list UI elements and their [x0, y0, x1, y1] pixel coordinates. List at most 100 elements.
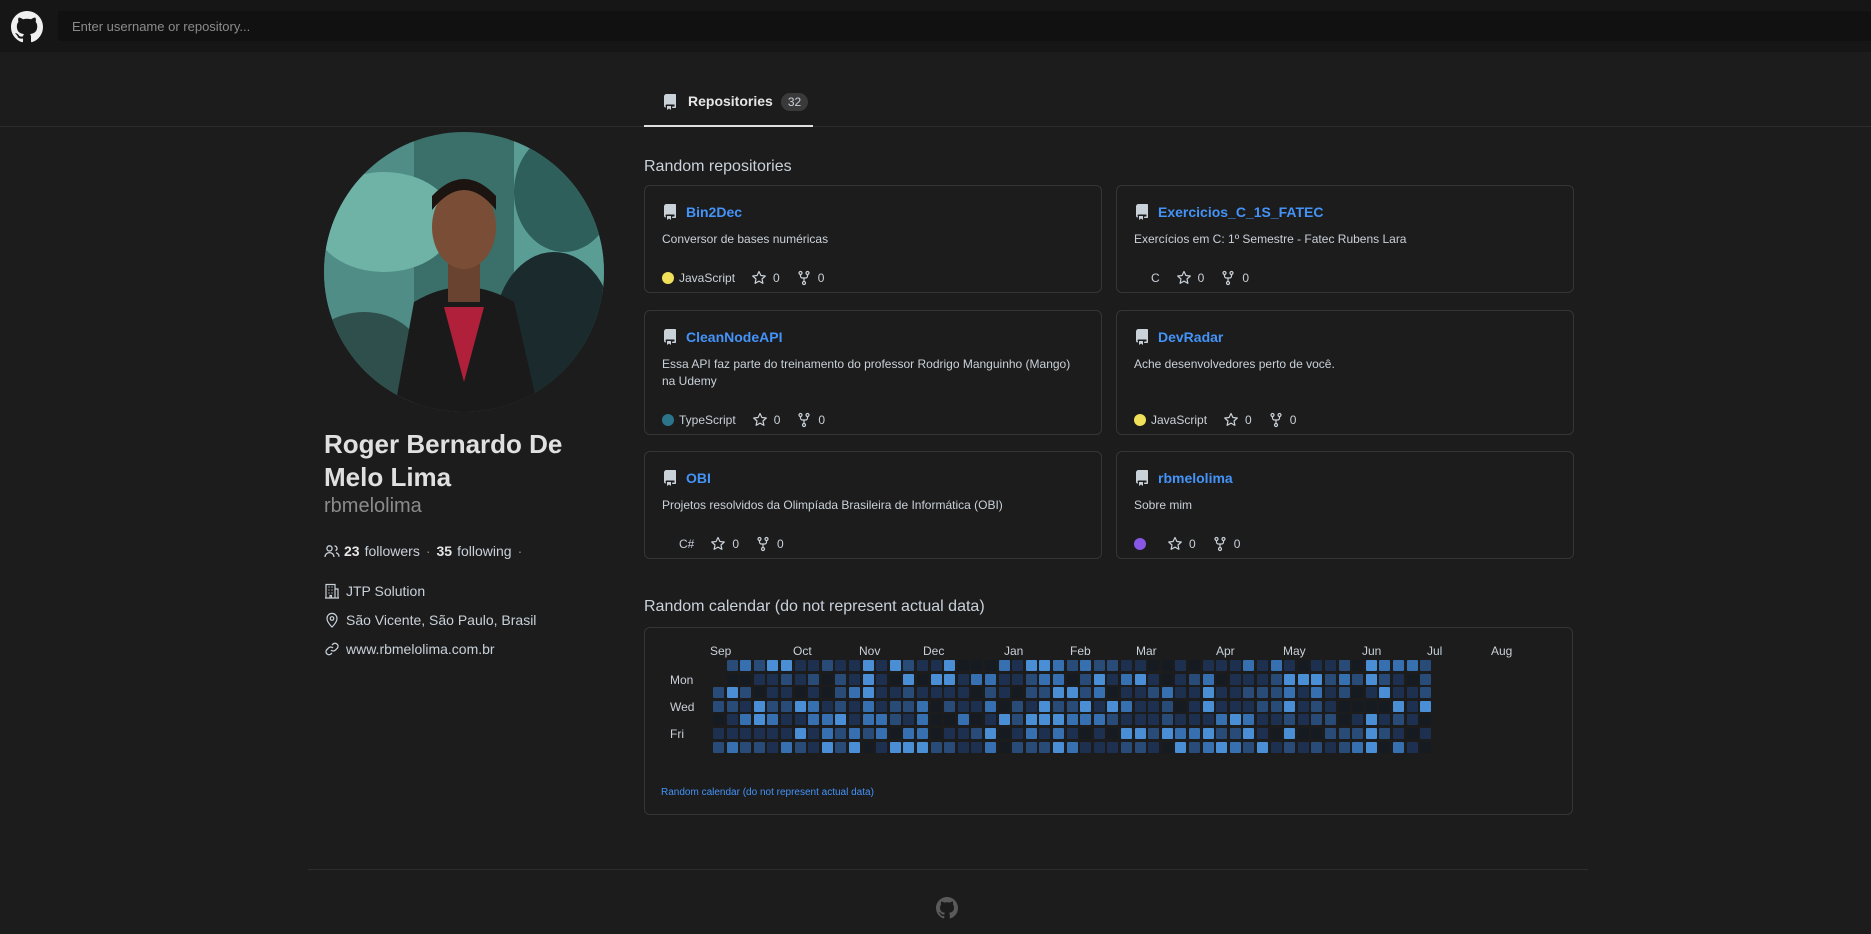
repo-header: Exercicios_C_1S_FATEC [1134, 204, 1324, 220]
repo-forks[interactable]: 0 [796, 412, 825, 428]
calendar-day-cell [849, 673, 860, 685]
calendar-day-cell [1297, 714, 1309, 726]
calendar-day-cell [1121, 700, 1132, 712]
github-footer-icon[interactable] [936, 897, 958, 919]
tab-divider [0, 126, 1871, 127]
following-label[interactable]: following [457, 543, 511, 559]
language-color-dot [662, 272, 674, 284]
github-logo-icon[interactable] [11, 11, 43, 43]
link-icon [325, 642, 339, 656]
calendar-footer-link[interactable]: Random calendar (do not represent actual… [661, 787, 874, 798]
repo-description: Exercícios em C: 1º Semestre - Fatec Rub… [1134, 232, 1407, 246]
calendar-day-cell [1284, 741, 1296, 753]
repo-name-link[interactable]: DevRadar [1158, 329, 1223, 345]
calendar-day-cell [876, 673, 888, 685]
calendar-day-cell [1189, 660, 1200, 671]
repo-name-link[interactable]: CleanNodeAPI [686, 329, 782, 345]
calendar-day-cell [1012, 700, 1024, 712]
calendar-day-cell [1216, 741, 1228, 753]
calendar-day-cell [998, 728, 1010, 739]
following-count[interactable]: 35 [437, 543, 453, 559]
calendar-day-cell [1216, 728, 1228, 739]
company-info: JTP Solution [324, 583, 425, 599]
calendar-day-cell [1175, 714, 1187, 726]
calendar-day-cell [1080, 714, 1092, 726]
calendar-day-cell [1189, 700, 1200, 712]
repo-card[interactable]: OBI Projetos resolvidos da Olimpíada Bra… [644, 451, 1102, 559]
fork-icon [798, 412, 810, 428]
repo-name-link[interactable]: Exercicios_C_1S_FATEC [1158, 204, 1324, 220]
calendar-month-label: Jan [1004, 644, 1024, 658]
calendar-day-cell [1297, 741, 1309, 753]
footer-divider [308, 869, 1588, 870]
calendar-day-cell [835, 741, 847, 753]
profile-name: Roger Bernardo De Melo Lima [324, 429, 563, 492]
search-input[interactable] [58, 11, 1871, 41]
repo-forks[interactable]: 0 [1212, 536, 1240, 552]
followers-label[interactable]: followers [365, 543, 420, 559]
repo-card[interactable]: Exercicios_C_1S_FATEC Exercícios em C: 1… [1116, 185, 1574, 293]
calendar-day-cell [753, 687, 765, 699]
calendar-day-cell [781, 714, 792, 726]
repo-name-link[interactable]: rbmelolima [1158, 470, 1233, 486]
calendar-day-cell [957, 673, 969, 685]
calendar-day-cell [1175, 660, 1187, 671]
followers-count[interactable]: 23 [344, 543, 360, 559]
calendar-day-cell [1325, 673, 1336, 685]
repo-forks[interactable]: 0 [796, 270, 824, 286]
calendar-day-cell [740, 728, 752, 739]
calendar-day-cell [1325, 660, 1336, 671]
calendar-day-cell [985, 714, 996, 726]
repo-card[interactable]: CleanNodeAPI Essa API faz parte do trein… [644, 310, 1102, 435]
calendar-day-cell [835, 728, 847, 739]
calendar-day-cell [767, 741, 779, 753]
calendar-month-label: Nov [859, 644, 881, 658]
calendar-day-cell [726, 673, 738, 685]
calendar-day-cell [1121, 660, 1132, 671]
repo-stars[interactable]: 0 [1167, 536, 1196, 552]
calendar-month-label: Oct [793, 644, 812, 658]
calendar-day-cell [1311, 714, 1323, 726]
repo-stars[interactable]: 0 [710, 536, 739, 552]
calendar-title: Random calendar (do not represent actual… [644, 598, 985, 615]
calendar-day-cell [1393, 687, 1404, 699]
fork-count: 0 [1242, 271, 1250, 285]
calendar-day-cell [1243, 700, 1255, 712]
repo-name-link[interactable]: OBI [686, 470, 711, 486]
calendar-day-cell [1080, 687, 1092, 699]
language-color-dot [1134, 414, 1146, 426]
calendar-day-cell [1229, 660, 1241, 671]
calendar-day-cell [1325, 741, 1336, 753]
language-color-dot [662, 538, 674, 550]
repo-forks[interactable]: 0 [1220, 270, 1249, 286]
repo-card[interactable]: Bin2Dec Conversor de bases numéricas Jav… [644, 185, 1102, 293]
repo-card[interactable]: DevRadar Ache desenvolvedores perto de v… [1116, 310, 1574, 435]
calendar-day-cell [1216, 660, 1228, 671]
repo-meta: JavaScript 0 0 [1134, 412, 1296, 428]
repo-forks[interactable]: 0 [755, 536, 784, 552]
website-link[interactable]: www.rbmelolima.com.br [346, 641, 495, 657]
calendar-day-cell [930, 673, 942, 685]
repo-stars[interactable]: 0 [751, 270, 780, 286]
repo-stars[interactable]: 0 [752, 412, 780, 428]
repo-meta: JavaScript 0 0 [662, 270, 824, 286]
repo-name-link[interactable]: Bin2Dec [686, 204, 742, 220]
website-info[interactable]: www.rbmelolima.com.br [324, 641, 495, 657]
calendar-day-cell [1148, 714, 1160, 726]
repo-stars[interactable]: 0 [1223, 412, 1252, 428]
calendar-day-cell [889, 687, 901, 699]
repo-description: Sobre mim [1134, 498, 1193, 512]
repo-stars[interactable]: 0 [1176, 270, 1204, 286]
calendar-day-cell [1216, 714, 1228, 726]
calendar-day-cell [1175, 687, 1187, 699]
repo-description: Ache desenvolvedores perto de você. [1134, 357, 1335, 371]
calendar-day-cell [1053, 741, 1064, 753]
calendar-day-cell [1406, 673, 1418, 685]
calendar-day-cell [944, 673, 956, 685]
calendar-day-cell [1175, 728, 1187, 739]
tab-repositories[interactable]: Repositories 32 [644, 86, 813, 127]
repo-card[interactable]: rbmelolima Sobre mim 0 0 [1116, 451, 1574, 559]
calendar-day-cell [1080, 728, 1092, 739]
repo-forks[interactable]: 0 [1268, 412, 1296, 428]
calendar-day-cell [1229, 741, 1241, 753]
